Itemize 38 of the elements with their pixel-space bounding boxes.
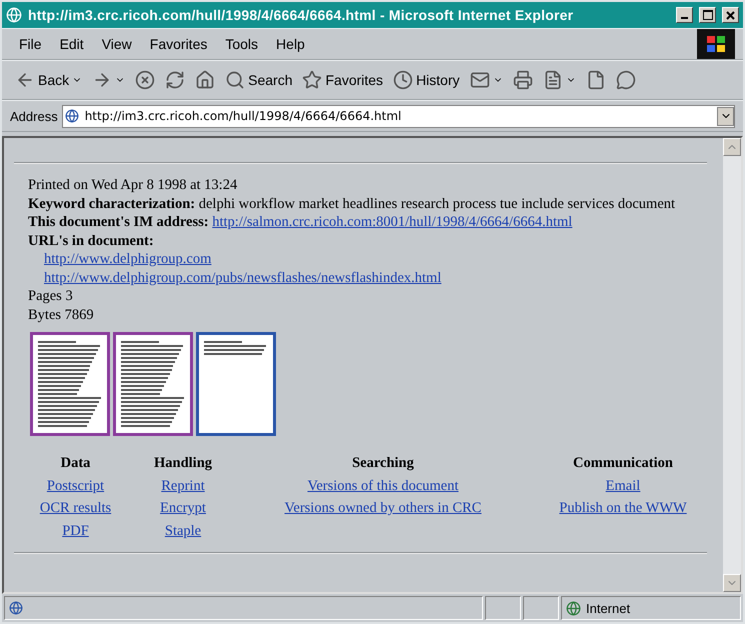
address-field[interactable]: http://im3.crc.ricoh.com/hull/1998/4/6664/6664.html — [62, 104, 735, 128]
column-heading: Searching — [352, 454, 414, 472]
pages-count: Pages 3 — [28, 287, 74, 306]
action-link[interactable]: Publish on the WWW — [559, 499, 687, 518]
im-address-link[interactable]: http://salmon.crc.ricoh.com:8001/hull/1998/4/6664/6664.html — [212, 214, 572, 230]
action-link[interactable]: OCR results — [40, 499, 112, 518]
column-heading: Communication — [573, 454, 673, 472]
column-heading: Handling — [154, 454, 212, 472]
toolbar-button[interactable]: Search — [220, 66, 298, 94]
printed-date: Printed on Wed Apr 8 1998 at 13:24 — [28, 176, 238, 194]
action-link[interactable]: Versions of this document — [307, 476, 459, 495]
bytes-count: Bytes 7869 — [28, 306, 95, 324]
action-link[interactable]: Email — [606, 476, 640, 495]
menu-item[interactable]: File — [10, 30, 51, 58]
menu-item[interactable]: View — [92, 30, 141, 58]
zone-text: Internet — [586, 600, 630, 616]
menu-item[interactable]: Tools — [216, 30, 268, 58]
action-link[interactable]: Reprint — [161, 476, 205, 495]
menu-item[interactable]: Edit — [50, 30, 93, 58]
action-link[interactable]: PDF — [62, 522, 89, 540]
toolbar-button[interactable]: History — [388, 66, 465, 94]
urls-label: URL's in document: — [28, 232, 154, 248]
window-title: http://im3.crc.ricoh.com/hull/1998/4/6664/6664.html - Microsoft Internet Explorer — [28, 7, 574, 23]
column-heading: Data — [60, 454, 90, 472]
menu-item[interactable]: Favorites — [140, 30, 216, 58]
action-link[interactable]: Postscript — [46, 476, 104, 495]
url-link[interactable]: http://www.delphigroup.com/pubs/newsflashes/newsflashindex.html — [44, 270, 442, 286]
address-text: http://im3.crc.ricoh.com/hull/1998/4/6664/6664.html — [84, 109, 402, 123]
address-label: Address — [10, 108, 58, 124]
im-address-label: This document's IM address: — [28, 214, 209, 230]
toolbar-button[interactable]: Back — [10, 66, 88, 94]
toolbar-button[interactable]: Favorites — [297, 66, 388, 94]
url-link[interactable]: http://www.delphigroup.com — [44, 251, 212, 267]
action-link[interactable]: Versions owned by others in CRC — [284, 499, 482, 518]
action-link[interactable]: Encrypt — [160, 499, 206, 518]
action-link[interactable]: Staple — [164, 522, 202, 540]
menu-item[interactable]: Help — [267, 30, 314, 58]
keyword-line: Keyword characterization: delphi workflow market headlines research process tue include services document — [28, 194, 676, 213]
